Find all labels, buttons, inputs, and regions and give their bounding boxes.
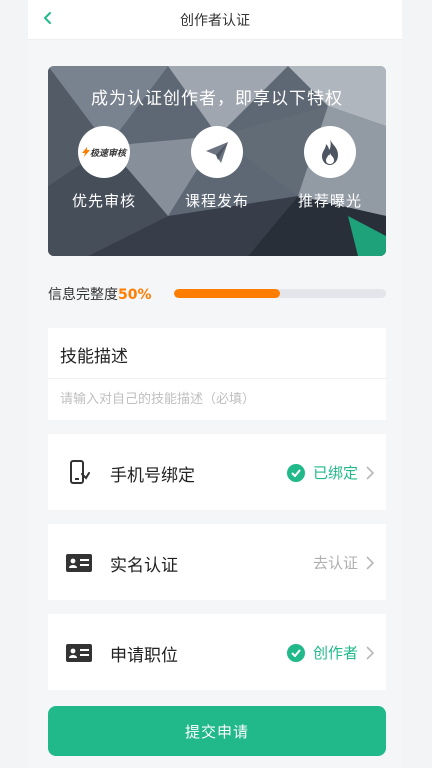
- badge-text: 极速审核: [89, 148, 126, 159]
- flame-icon: [304, 126, 356, 178]
- perk-label: 优先审核: [71, 192, 136, 210]
- row-label: 手机号绑定: [110, 466, 195, 486]
- page-title: 创作者认证: [180, 13, 250, 29]
- skill-description-card: 技能描述: [48, 328, 386, 420]
- phone-icon: [66, 460, 92, 486]
- id-card-icon: [66, 640, 92, 666]
- skill-title: 技能描述: [60, 347, 128, 367]
- row-status: 去认证: [313, 552, 374, 573]
- skill-description-input[interactable]: [60, 386, 374, 412]
- status-text: 去认证: [312, 554, 358, 572]
- completion-progress: 信息完整度50%: [48, 284, 386, 304]
- perk-label: 课程发布: [184, 192, 249, 210]
- check-circle-icon: [286, 463, 305, 482]
- privilege-banner: 成为认证创作者，即享以下特权 极速审核 优先审核 课程发布 推荐曝光: [48, 66, 386, 256]
- chevron-right-icon: [366, 465, 374, 480]
- page: 创作者认证 成为认证创作者，即享以下特权 极速审核 优先审核 课程发布 推荐曝光…: [28, 0, 402, 768]
- perk-course-publish: 课程发布: [167, 126, 267, 211]
- row-phone-binding[interactable]: 手机号绑定 已绑定: [48, 434, 386, 510]
- progress-track: [174, 289, 386, 298]
- paper-plane-icon: [191, 126, 243, 178]
- progress-label: 信息完整度50%: [48, 287, 152, 303]
- chevron-right-icon: [366, 645, 374, 660]
- divider: [48, 378, 386, 379]
- perk-recommend-exposure: 推荐曝光: [280, 126, 380, 211]
- progress-fill: [174, 289, 280, 298]
- header-bar: 创作者认证: [28, 0, 402, 40]
- perk-priority-review: 极速审核 优先审核: [54, 126, 154, 211]
- lightning-badge-icon: 极速审核: [78, 126, 130, 178]
- submit-button[interactable]: 提交申请: [48, 706, 386, 756]
- banner-title: 成为认证创作者，即享以下特权: [91, 89, 343, 109]
- perk-label: 推荐曝光: [297, 192, 362, 210]
- row-real-name-verification[interactable]: 实名认证 去认证: [48, 524, 386, 600]
- row-apply-position[interactable]: 申请职位 创作者: [48, 614, 386, 690]
- row-status: 已绑定: [286, 462, 374, 483]
- progress-percent: 50%: [118, 287, 152, 303]
- row-label: 实名认证: [110, 556, 178, 576]
- chevron-right-icon: [366, 555, 374, 570]
- row-status: 创作者: [286, 642, 374, 663]
- status-text: 创作者: [312, 644, 358, 662]
- status-text: 已绑定: [312, 464, 358, 482]
- check-circle-icon: [286, 643, 305, 662]
- row-label: 申请职位: [110, 646, 178, 666]
- id-card-icon: [66, 550, 92, 576]
